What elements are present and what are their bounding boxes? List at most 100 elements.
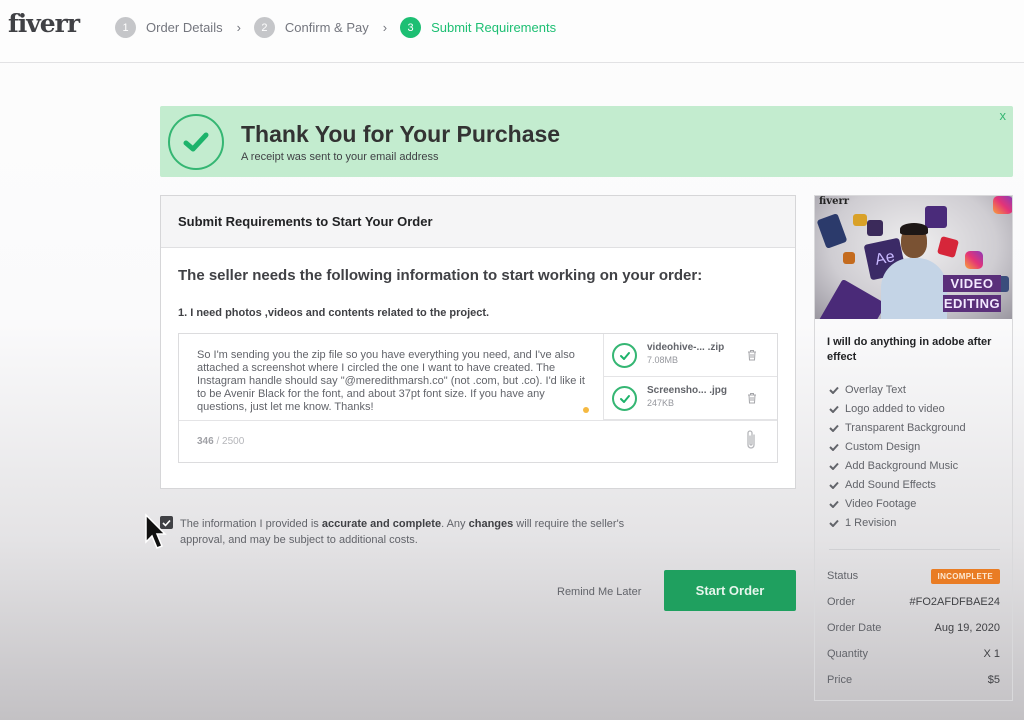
start-order-button[interactable]: Start Order	[664, 570, 796, 611]
checkout-steps: 1 Order Details › 2 Confirm & Pay › 3 Su…	[115, 17, 556, 38]
step-submit-requirements[interactable]: 3 Submit Requirements	[400, 17, 556, 38]
check-circle-icon	[168, 114, 224, 170]
app-icon	[843, 252, 855, 264]
feature-item: Custom Design	[829, 437, 966, 456]
paperclip-icon[interactable]	[745, 429, 757, 456]
app-icon	[817, 278, 887, 319]
purchase-success-banner: Thank You for Your Purchase A receipt wa…	[160, 106, 1013, 177]
step-order-details[interactable]: 1 Order Details	[115, 17, 223, 38]
character-count: 346 / 2500	[197, 436, 244, 447]
app-icon	[936, 235, 960, 259]
check-circle-icon	[612, 386, 637, 411]
app-icon	[925, 206, 947, 228]
instagram-icon	[993, 196, 1012, 214]
status-badge: INCOMPLETE	[930, 568, 1000, 584]
gig-title[interactable]: I will do anything in adobe after effect	[827, 335, 1005, 365]
char-count-limit: / 2500	[216, 436, 245, 447]
feature-item: Overlay Text	[829, 380, 966, 399]
file-size: 247KB	[647, 398, 675, 408]
requirements-question: The seller needs the following informati…	[178, 267, 703, 284]
fiverr-logo[interactable]: fiverr	[8, 9, 80, 38]
top-header: fiverr 1 Order Details › 2 Confirm & Pay…	[0, 0, 1024, 63]
step-number: 1	[115, 17, 136, 38]
answer-footer: 346 / 2500	[179, 420, 777, 463]
meta-row-date: Order Date Aug 19, 2020	[827, 615, 1000, 641]
app-icon	[867, 220, 883, 236]
step-number: 3	[400, 17, 422, 38]
file-name: videohive-... .zip	[647, 342, 725, 353]
person-image	[881, 258, 947, 319]
feature-item: Transparent Background	[829, 418, 966, 437]
file-item: Screensho... .jpg 247KB	[604, 377, 777, 420]
divider	[829, 549, 1000, 550]
app-icon	[816, 213, 848, 249]
file-item: videohive-... .zip 7.08MB	[604, 334, 777, 377]
banner-subtitle: A receipt was sent to your email address	[241, 151, 439, 163]
gig-thumbnail[interactable]: fiverr Ae VIDEO EDITING	[815, 196, 1012, 319]
thumb-text: EDITING	[943, 295, 1001, 312]
step-label: Order Details	[146, 20, 223, 35]
attached-files: videohive-... .zip 7.08MB Screensho... .…	[604, 334, 777, 420]
char-count-value: 346	[197, 436, 214, 447]
banner-title: Thank You for Your Purchase	[241, 121, 561, 147]
agreement-text: The information I provided is accurate a…	[180, 516, 630, 548]
meta-value: #FO2AFDFBAE24	[909, 596, 1000, 608]
trash-icon[interactable]	[747, 348, 757, 366]
checkmark-icon	[829, 519, 839, 527]
feature-label: Custom Design	[845, 440, 921, 453]
step-number: 2	[253, 17, 275, 38]
step-label: Confirm & Pay	[284, 20, 369, 35]
order-summary-sidebar: fiverr Ae VIDEO EDITING I will do anythi…	[814, 195, 1013, 701]
requirements-heading: Submit Requirements to Start Your Order	[161, 196, 795, 248]
spellcheck-dot-icon	[583, 407, 589, 413]
feature-item: Add Background Music	[829, 456, 966, 475]
feature-label: Video Footage	[845, 497, 917, 510]
remind-me-later-link[interactable]: Remind Me Later	[557, 586, 641, 598]
answer-box: So I'm sending you the zip file so you h…	[178, 333, 778, 463]
checkmark-icon	[829, 405, 839, 413]
agreement-bold-part: changes	[468, 518, 514, 530]
order-meta: Status INCOMPLETE Order #FO2AFDFBAE24 Or…	[827, 563, 1000, 693]
meta-label: Order Date	[827, 622, 882, 634]
feature-label: Logo added to video	[845, 402, 945, 415]
meta-value: Aug 19, 2020	[934, 622, 1000, 634]
meta-row-status: Status INCOMPLETE	[827, 563, 1000, 589]
meta-label: Quantity	[827, 648, 868, 660]
feature-label: Overlay Text	[845, 383, 906, 396]
chevron-right-icon: ›	[382, 20, 388, 35]
thumbnail-logo: fiverr	[819, 196, 849, 207]
file-name: Screensho... .jpg	[647, 385, 728, 396]
instagram-icon	[965, 251, 983, 269]
feature-item: Add Sound Effects	[829, 475, 966, 494]
feature-label: Add Background Music	[845, 459, 959, 472]
agreement-text-part: . Any	[441, 518, 469, 530]
feature-label: Add Sound Effects	[845, 478, 936, 491]
meta-label: Price	[827, 674, 853, 686]
agreement-bold-part: accurate and complete	[321, 518, 442, 530]
checkmark-icon	[829, 462, 839, 470]
feature-label: 1 Revision	[845, 516, 897, 529]
meta-row-quantity: Quantity X 1	[827, 641, 1000, 667]
agreement-text-part: The information I provided is	[180, 518, 322, 530]
chevron-right-icon: ›	[236, 20, 241, 35]
feature-item: Video Footage	[829, 494, 966, 513]
meta-row-price: Price $5	[827, 667, 1000, 693]
trash-icon[interactable]	[747, 391, 757, 409]
meta-label: Status	[827, 570, 859, 582]
check-circle-icon	[612, 343, 637, 368]
close-icon[interactable]: x	[1000, 108, 1007, 123]
checkmark-icon	[829, 500, 839, 508]
gig-features-list: Overlay Text Logo added to video Transpare…	[829, 380, 966, 532]
mouse-cursor-icon	[142, 512, 168, 557]
requirement-item-label: 1. I need photos ,videos and contents re…	[178, 307, 490, 319]
person-hair	[900, 223, 928, 235]
answer-textarea[interactable]: So I'm sending you the zip file so you h…	[179, 334, 604, 420]
meta-value: X 1	[983, 648, 1000, 660]
feature-item: Logo added to video	[829, 399, 966, 418]
checkmark-icon	[829, 443, 839, 451]
meta-value: $5	[987, 674, 1000, 686]
video-editing-label: VIDEO EDITING	[943, 275, 1001, 319]
step-confirm-pay[interactable]: 2 Confirm & Pay	[253, 17, 369, 38]
file-size: 7.08MB	[647, 355, 679, 365]
checkmark-icon	[829, 386, 839, 394]
